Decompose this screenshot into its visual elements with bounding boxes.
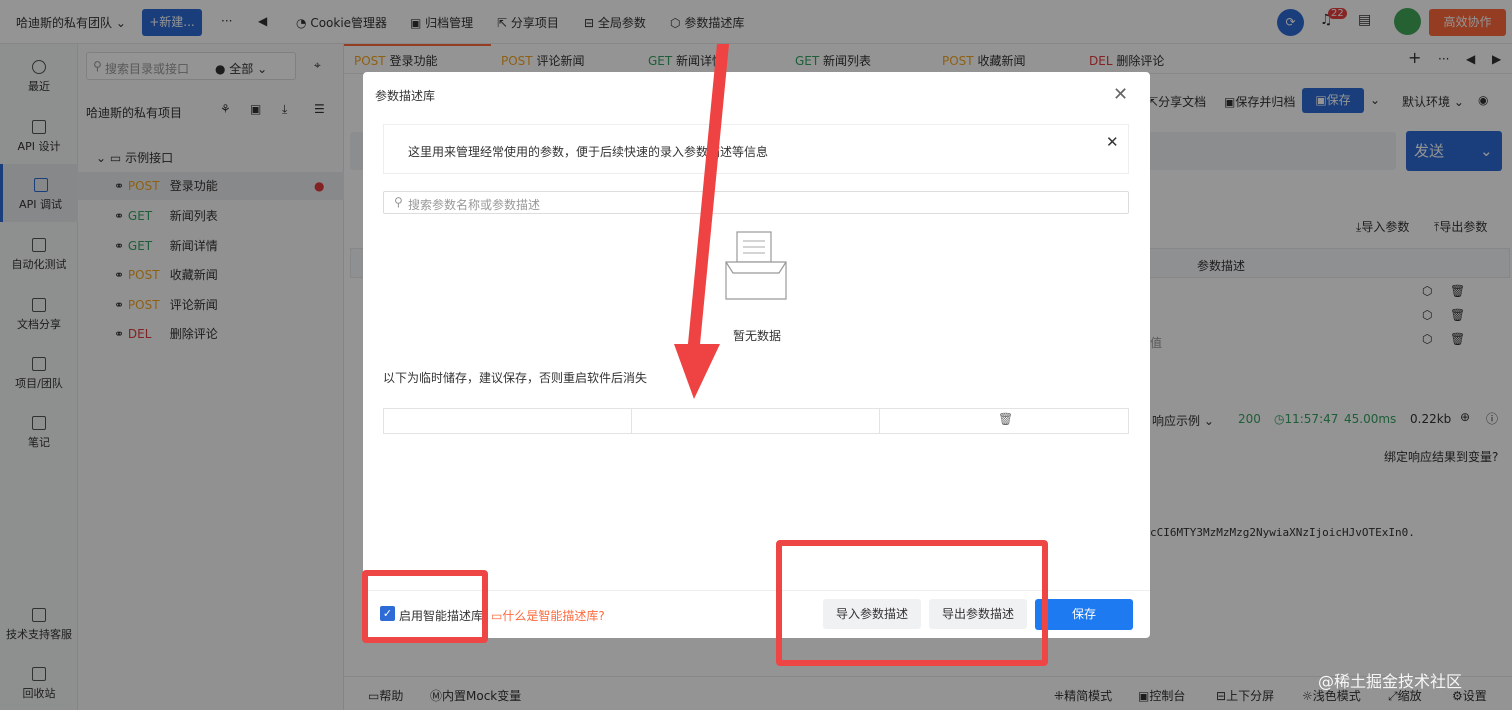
info-banner: 这里用来管理经常使用的参数，便于后续快速的录入参数描述等信息 ✕	[383, 124, 1129, 174]
dialog-title: 参数描述库	[375, 89, 436, 103]
annotation-arrow	[674, 44, 729, 399]
highlight-checkbox	[362, 570, 488, 643]
param-search-input[interactable]: ⚲ 搜索参数名称或参数描述	[383, 191, 1129, 214]
close-banner-icon[interactable]: ✕	[1106, 133, 1119, 151]
highlight-buttons	[776, 540, 1048, 666]
empty-text: 暂无数据	[733, 329, 782, 343]
doc-icon: ▭	[491, 609, 503, 623]
close-icon[interactable]: ✕	[1113, 84, 1128, 105]
watermark: @稀土掘金技术社区	[1318, 672, 1463, 691]
temp-param-name-field[interactable]	[384, 409, 632, 433]
temp-param-row: 🗑	[383, 408, 1129, 434]
temp-param-desc-field[interactable]	[632, 409, 880, 433]
smart-lib-help-label: 什么是智能描述库?	[502, 609, 605, 623]
smart-lib-help-link[interactable]: ▭什么是智能描述库?	[491, 607, 605, 624]
dialog-save-button[interactable]: 保存	[1035, 599, 1133, 630]
temp-storage-note: 以下为临时储存，建议保存，否则重启软件后消失	[383, 371, 648, 385]
trash-icon[interactable]: 🗑	[998, 412, 1013, 426]
param-search-placeholder: 搜索参数名称或参数描述	[408, 198, 541, 212]
search-icon: ⚲	[394, 195, 403, 209]
